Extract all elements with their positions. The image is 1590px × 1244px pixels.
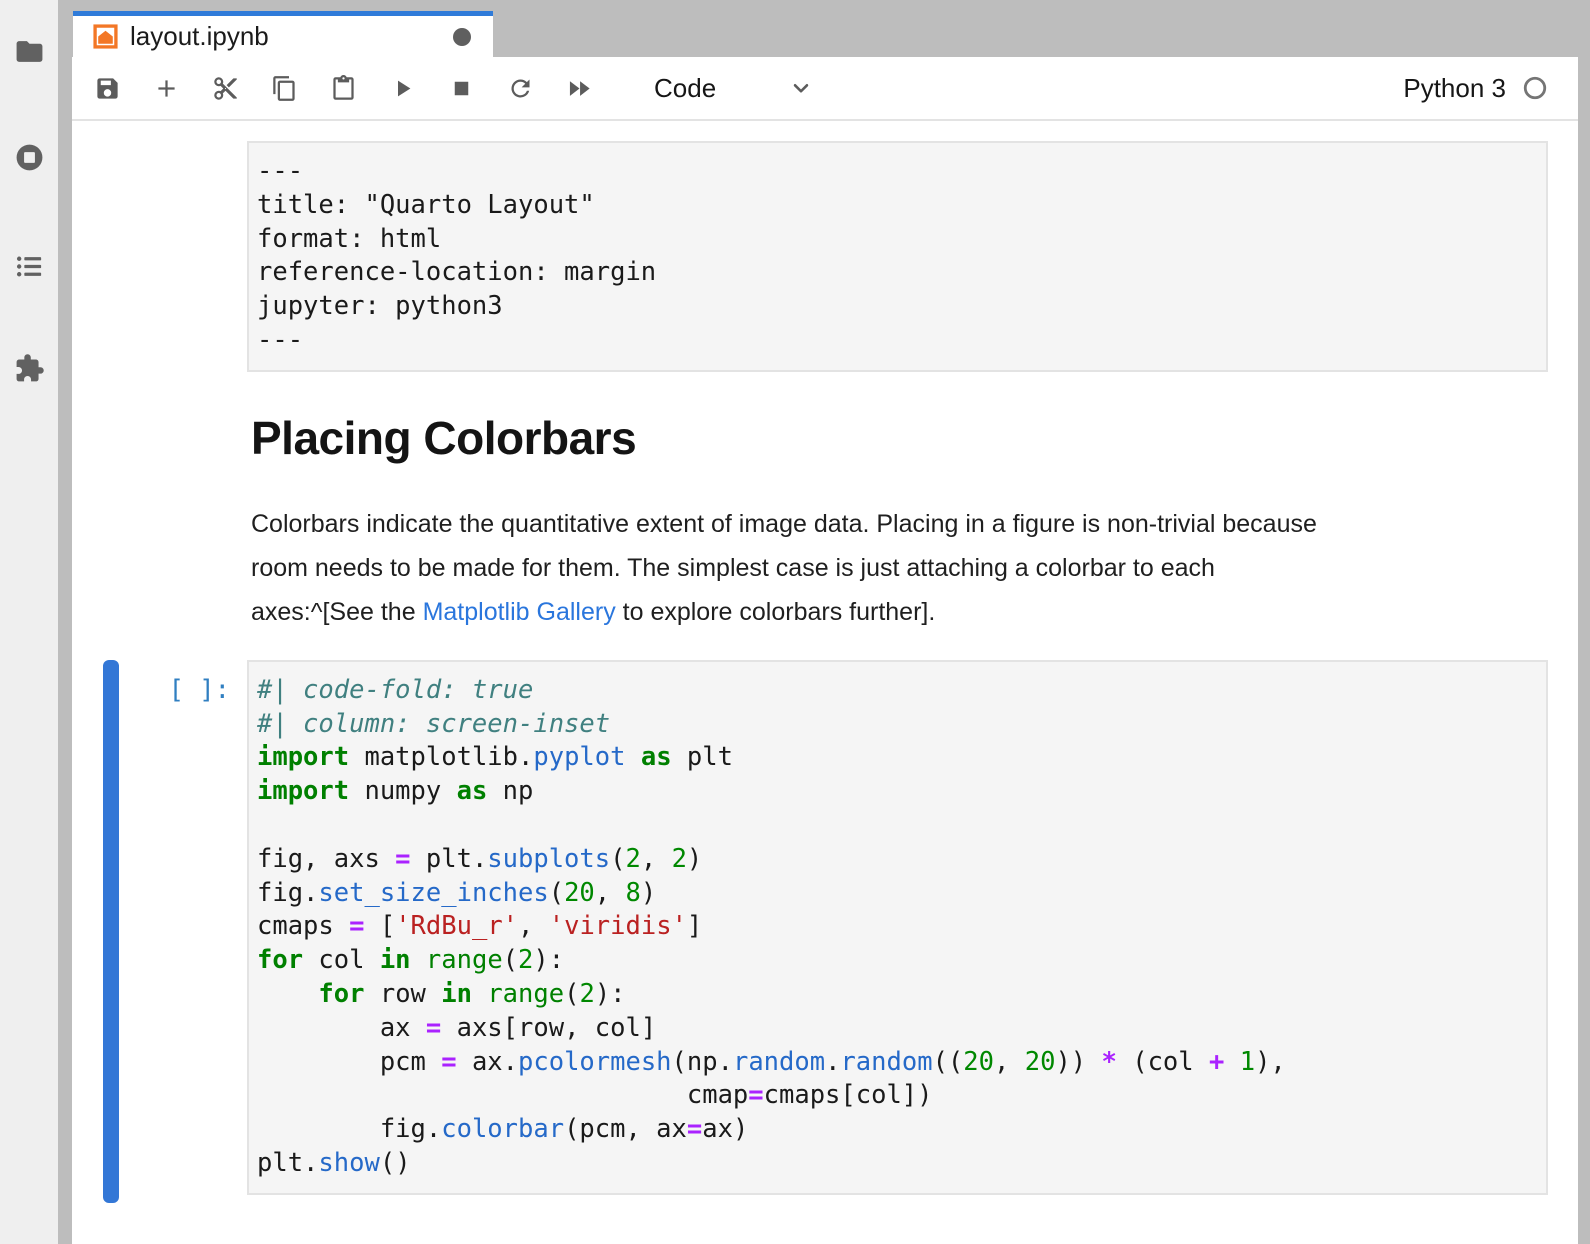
tab-title: layout.ipynb bbox=[130, 21, 269, 52]
dock-panel: layout.ipynb bbox=[72, 0, 1578, 1244]
stop-circle-icon[interactable] bbox=[11, 139, 47, 175]
md-text-line: axes:^[See the Matplotlib Gallery to exp… bbox=[251, 590, 1518, 634]
unsaved-changes-indicator[interactable] bbox=[453, 28, 471, 46]
kernel-name[interactable]: Python 3 bbox=[1403, 73, 1506, 104]
md-text: axes:^[See the bbox=[251, 598, 423, 626]
cell-type-select[interactable]: Code bbox=[654, 73, 814, 104]
md-text-line: Colorbars indicate the quantitative exte… bbox=[251, 502, 1518, 546]
cut-cell-icon[interactable] bbox=[208, 69, 242, 107]
jupyterlab-app: layout.ipynb bbox=[0, 0, 1590, 1244]
chevron-down-icon bbox=[788, 75, 814, 101]
markdown-cell: Placing Colorbars Colorbars indicate the… bbox=[251, 414, 1518, 634]
code-cell-input[interactable]: #| code-fold: true#| column: screen-inse… bbox=[247, 660, 1548, 1195]
code-cell-editor[interactable]: #| code-fold: true#| column: screen-inse… bbox=[249, 662, 1546, 1193]
md-paragraph: Colorbars indicate the quantitative exte… bbox=[251, 502, 1518, 634]
paste-cell-icon[interactable] bbox=[326, 69, 360, 107]
save-icon[interactable] bbox=[90, 69, 124, 107]
run-all-icon[interactable] bbox=[562, 69, 596, 107]
puzzle-icon[interactable] bbox=[11, 350, 47, 386]
list-icon[interactable] bbox=[11, 248, 47, 284]
folder-icon[interactable] bbox=[11, 33, 47, 69]
matplotlib-gallery-link[interactable]: Matplotlib Gallery bbox=[423, 598, 616, 626]
cell-type-label: Code bbox=[654, 73, 716, 104]
left-activity-bar bbox=[0, 0, 58, 1244]
insert-cell-icon[interactable] bbox=[149, 69, 183, 107]
input-prompt: [ ]: bbox=[132, 674, 230, 708]
dock-tab-bar: layout.ipynb bbox=[72, 0, 1578, 57]
restart-kernel-icon[interactable] bbox=[503, 69, 537, 107]
raw-cell-editor[interactable]: ---title: "Quarto Layout"format: htmlref… bbox=[249, 143, 1546, 370]
notebook-file-icon bbox=[93, 24, 118, 49]
md-text-line: room needs to be made for them. The simp… bbox=[251, 546, 1518, 590]
sidebar-divider bbox=[58, 0, 72, 1244]
cell-collapser[interactable] bbox=[103, 660, 119, 1203]
stop-icon[interactable] bbox=[444, 69, 478, 107]
md-text: to explore colorbars further]. bbox=[616, 598, 936, 626]
code-cell: [ ]: #| code-fold: true#| column: screen… bbox=[72, 660, 1578, 1205]
tab-layout-ipynb[interactable]: layout.ipynb bbox=[73, 11, 493, 57]
raw-cell[interactable]: ---title: "Quarto Layout"format: htmlref… bbox=[247, 141, 1548, 372]
notebook-toolbar: Code Python 3 bbox=[72, 57, 1578, 121]
notebook-content: ---title: "Quarto Layout"format: htmlref… bbox=[72, 141, 1578, 1205]
run-icon[interactable] bbox=[385, 69, 419, 107]
md-heading: Placing Colorbars bbox=[251, 414, 1518, 462]
copy-cell-icon[interactable] bbox=[267, 69, 301, 107]
right-gutter bbox=[1578, 0, 1590, 1244]
kernel-idle-icon bbox=[1522, 75, 1548, 101]
